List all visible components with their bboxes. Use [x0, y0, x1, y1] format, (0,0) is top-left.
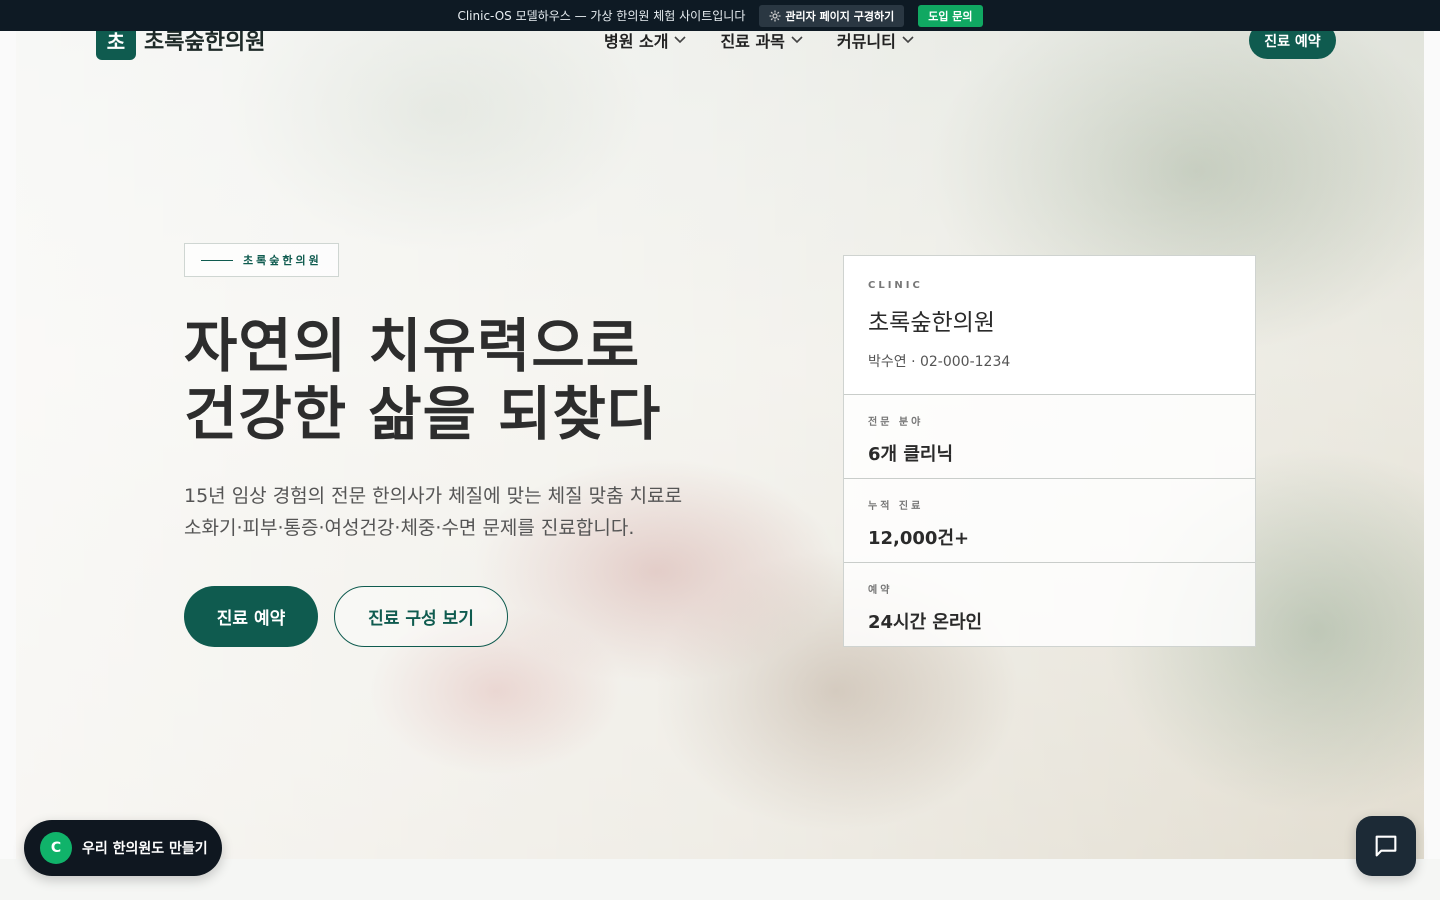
- announcement-bar: Clinic-OS 모델하우스 — 가상 한의원 체험 사이트입니다 관리자 페…: [0, 0, 1440, 31]
- stat-value: 6개 클리닉: [868, 444, 954, 465]
- main-nav: 병원 소개 진료 과목 커뮤니티: [604, 28, 914, 52]
- inquiry-button[interactable]: 도입 문의: [918, 4, 983, 27]
- stat-total-treatments: 누적 진료 12,000건+: [844, 479, 1255, 563]
- hero-eyebrow: 초록숲한의원: [184, 243, 339, 277]
- stat-value: 12,000건+: [868, 528, 970, 549]
- stat-label: 전문 분야: [868, 417, 924, 428]
- hero-reserve-button[interactable]: 진료 예약: [184, 586, 318, 647]
- stat-reservation: 예약 24시간 온라인: [844, 563, 1255, 646]
- chevron-down-icon: [791, 36, 803, 44]
- build-clinic-label: 우리 한의원도 만들기: [82, 841, 208, 857]
- page-margin-right: [1424, 31, 1440, 859]
- headline-line-2: 건강한 삶을 되찾다: [184, 380, 662, 448]
- card-header: CLINIC 초록숲한의원 박수연 · 02-000-1234: [844, 256, 1255, 395]
- nav-item-label: 병원 소개: [604, 32, 669, 51]
- chat-button[interactable]: [1356, 816, 1416, 876]
- admin-page-label: 관리자 페이지 구경하기: [785, 9, 895, 23]
- page-margin-left: [0, 31, 16, 859]
- chevron-down-icon: [902, 36, 914, 44]
- stat-label: 예약: [868, 585, 893, 596]
- stat-specialties: 전문 분야 6개 클리닉: [844, 395, 1255, 479]
- stat-value: 24시간 온라인: [868, 612, 983, 633]
- build-clinic-button[interactable]: C 우리 한의원도 만들기: [24, 820, 222, 876]
- hero-headline: 자연의 치유력으로 건강한 삶을 되찾다: [184, 312, 661, 448]
- card-label: CLINIC: [868, 280, 923, 291]
- subcopy-line-1: 15년 임상 경험의 전문 한의사가 체질에 맞는 체질 맞춤 치료로: [184, 485, 683, 507]
- gear-icon: [769, 10, 781, 21]
- subcopy-line-2: 소화기·피부·통증·여성건강·체중·수면 문제를 진료합니다.: [184, 517, 635, 539]
- admin-page-button[interactable]: 관리자 페이지 구경하기: [759, 4, 905, 27]
- clinic-os-badge: C: [40, 832, 72, 864]
- nav-item-community[interactable]: 커뮤니티: [837, 28, 914, 52]
- nav-item-label: 커뮤니티: [836, 32, 896, 51]
- card-clinic-name: 초록숲한의원: [868, 310, 995, 336]
- view-treatments-button[interactable]: 진료 구성 보기: [334, 586, 508, 647]
- clinic-info-card: CLINIC 초록숲한의원 박수연 · 02-000-1234 전문 분야 6개…: [843, 255, 1256, 647]
- chat-icon: [1375, 835, 1397, 857]
- card-contact: 박수연 · 02-000-1234: [868, 354, 1011, 370]
- announcement-text: Clinic-OS 모델하우스 — 가상 한의원 체험 사이트입니다: [457, 9, 746, 23]
- hero-subcopy: 15년 임상 경험의 전문 한의사가 체질에 맞는 체질 맞춤 치료로 소화기·…: [184, 480, 682, 544]
- eyebrow-line: [201, 259, 233, 261]
- chevron-down-icon: [674, 36, 687, 44]
- nav-item-departments[interactable]: 진료 과목: [720, 28, 803, 52]
- stat-label: 누적 진료: [868, 501, 924, 512]
- headline-line-1: 자연의 치유력으로: [184, 312, 641, 380]
- nav-item-label: 진료 과목: [720, 32, 785, 51]
- nav-item-about[interactable]: 병원 소개: [604, 28, 687, 52]
- eyebrow-text: 초록숲한의원: [243, 254, 322, 267]
